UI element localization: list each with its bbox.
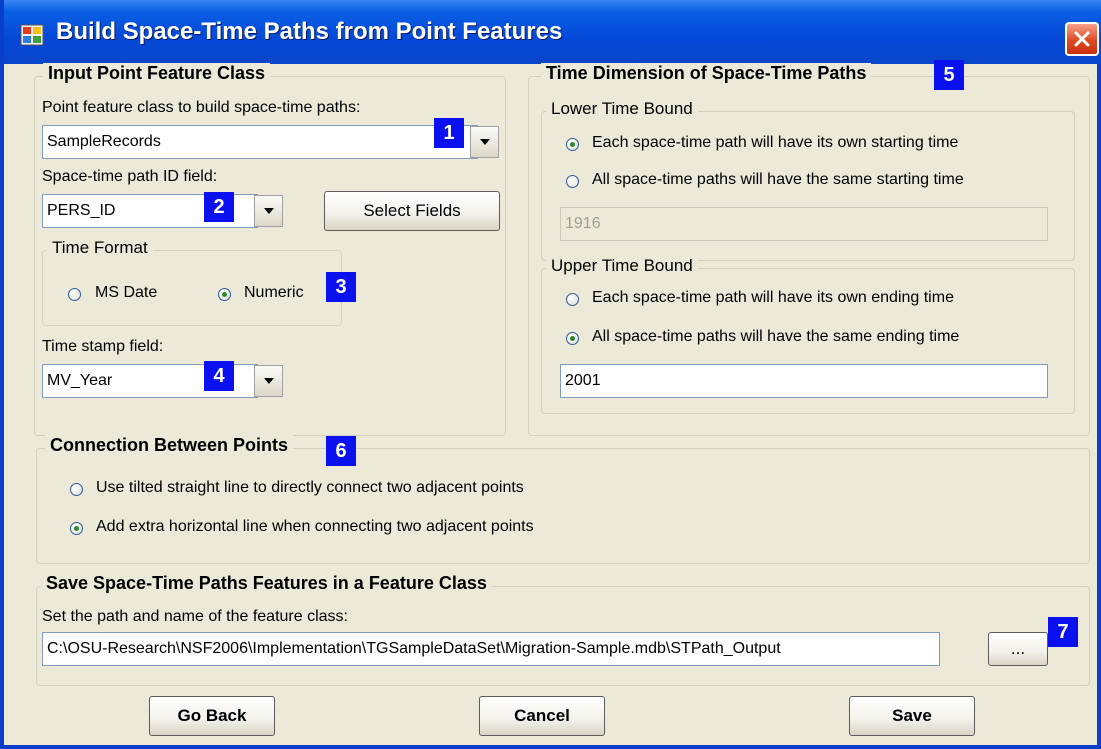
badge-4: 4 — [204, 361, 234, 391]
badge-7: 7 — [1048, 617, 1078, 647]
own-start-label: Each space-time path will have its own s… — [592, 134, 959, 151]
chevron-down-icon — [263, 208, 274, 214]
numeric-radio[interactable] — [218, 288, 231, 301]
dialog-window: Build Space-Time Paths from Point Featur… — [0, 0, 1101, 749]
timestamp-label: Time stamp field: — [42, 338, 164, 355]
tilted-line-radio[interactable] — [70, 483, 83, 496]
feature-path-input[interactable]: C:\OSU-Research\NSF2006\Implementation\T… — [42, 632, 940, 666]
window-title: Build Space-Time Paths from Point Featur… — [56, 18, 563, 45]
same-end-radio[interactable] — [566, 332, 579, 345]
ms-date-label: MS Date — [95, 284, 158, 301]
own-end-radio[interactable] — [566, 293, 579, 306]
save-legend: Save Space-Time Paths Features in a Feat… — [41, 573, 492, 594]
path-id-label: Space-time path ID field: — [42, 168, 218, 185]
timestamp-dropdown-button[interactable] — [254, 365, 283, 397]
go-back-button[interactable]: Go Back — [149, 696, 275, 736]
lower-bound-legend: Lower Time Bound — [546, 99, 698, 119]
select-fields-button[interactable]: Select Fields — [324, 191, 500, 231]
badge-2: 2 — [204, 192, 234, 222]
same-start-label: All space-time paths will have the same … — [592, 171, 964, 188]
feature-path-label: Set the path and name of the feature cla… — [42, 608, 348, 625]
chevron-down-icon — [479, 139, 490, 145]
time-format-legend: Time Format — [47, 238, 153, 258]
horizontal-line-label: Add extra horizontal line when connectin… — [96, 518, 534, 535]
save-button[interactable]: Save — [849, 696, 975, 736]
cancel-button[interactable]: Cancel — [479, 696, 605, 736]
point-class-select[interactable]: SampleRecords — [42, 125, 478, 159]
input-feature-legend: Input Point Feature Class — [43, 63, 271, 84]
chevron-down-icon — [263, 378, 274, 384]
browse-button[interactable]: ... — [988, 632, 1048, 666]
numeric-label: Numeric — [244, 284, 304, 301]
badge-6: 6 — [326, 436, 356, 466]
point-class-label: Point feature class to build space-time … — [42, 99, 361, 116]
title-bar: Build Space-Time Paths from Point Featur… — [4, 0, 1101, 64]
point-class-dropdown-button[interactable] — [470, 126, 499, 158]
connection-legend: Connection Between Points — [45, 435, 294, 456]
dialog-client: Input Point Feature Class Point feature … — [4, 60, 1101, 749]
time-dimension-legend: Time Dimension of Space-Time Paths — [541, 63, 872, 84]
path-id-dropdown-button[interactable] — [254, 195, 283, 227]
ms-date-radio[interactable] — [68, 288, 81, 301]
own-end-label: Each space-time path will have its own e… — [592, 289, 954, 306]
app-icon — [20, 24, 44, 46]
own-start-radio[interactable] — [566, 138, 579, 151]
connection-group: Connection Between Points — [36, 435, 1090, 564]
tilted-line-label: Use tilted straight line to directly con… — [96, 479, 524, 496]
badge-3: 3 — [326, 272, 356, 302]
close-icon — [1074, 31, 1090, 47]
horizontal-line-radio[interactable] — [70, 522, 83, 535]
upper-bound-legend: Upper Time Bound — [546, 256, 698, 276]
start-time-input[interactable]: 1916 — [560, 207, 1048, 241]
badge-5: 5 — [934, 60, 964, 90]
same-start-radio[interactable] — [566, 175, 579, 188]
close-button[interactable] — [1065, 22, 1099, 56]
same-end-label: All space-time paths will have the same … — [592, 328, 960, 345]
end-time-input[interactable]: 2001 — [560, 364, 1048, 398]
badge-1: 1 — [434, 118, 464, 148]
